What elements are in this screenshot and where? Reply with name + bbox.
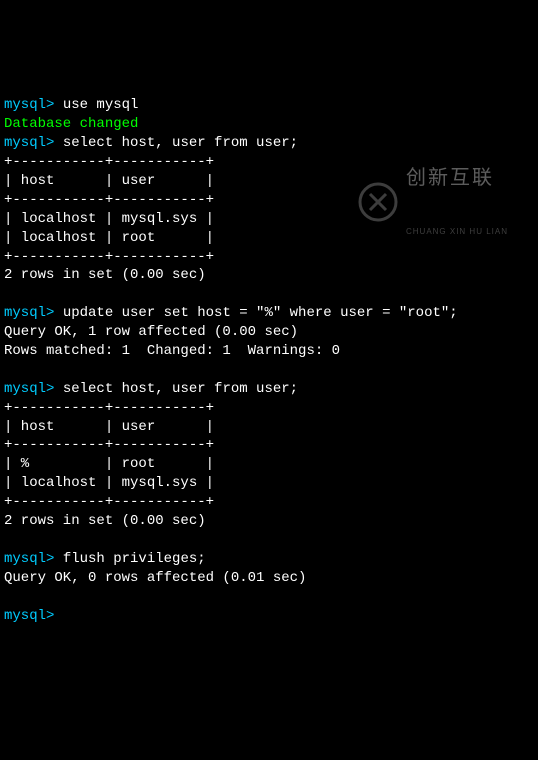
table-border: +-----------+-----------+ <box>4 154 214 170</box>
db-changed-msg: Database changed <box>4 116 138 132</box>
command-select-1: select host, user from user; <box>54 135 298 151</box>
table-row: | localhost | mysql.sys | <box>4 475 214 491</box>
query-ok-flush-msg: Query OK, 0 rows affected (0.01 sec) <box>4 570 306 586</box>
command-update: update user set host = "%" where user = … <box>54 305 457 321</box>
result-summary: 2 rows in set (0.00 sec) <box>4 513 206 529</box>
rows-matched-msg: Rows matched: 1 Changed: 1 Warnings: 0 <box>4 343 340 359</box>
table-row: | localhost | mysql.sys | <box>4 211 214 227</box>
table-row: | localhost | root | <box>4 230 214 246</box>
table-border: +-----------+-----------+ <box>4 249 214 265</box>
mysql-prompt: mysql> <box>4 381 54 397</box>
mysql-prompt: mysql> <box>4 305 54 321</box>
table-border: +-----------+-----------+ <box>4 400 214 416</box>
mysql-prompt-cursor[interactable]: mysql> <box>4 608 54 624</box>
table-border: +-----------+-----------+ <box>4 494 214 510</box>
table-header: | host | user | <box>4 419 214 435</box>
command-flush: flush privileges; <box>54 551 205 567</box>
table-header: | host | user | <box>4 173 214 189</box>
terminal-output: mysql> use mysql Database changed mysql>… <box>0 76 538 628</box>
table-border: +-----------+-----------+ <box>4 192 214 208</box>
table-border: +-----------+-----------+ <box>4 437 214 453</box>
mysql-prompt: mysql> <box>4 97 54 113</box>
mysql-prompt: mysql> <box>4 135 54 151</box>
mysql-prompt: mysql> <box>4 551 54 567</box>
result-summary: 2 rows in set (0.00 sec) <box>4 267 206 283</box>
command-select-2: select host, user from user; <box>54 381 298 397</box>
query-ok-msg: Query OK, 1 row affected (0.00 sec) <box>4 324 298 340</box>
command-use-db: use mysql <box>54 97 138 113</box>
table-row: | % | root | <box>4 456 214 472</box>
